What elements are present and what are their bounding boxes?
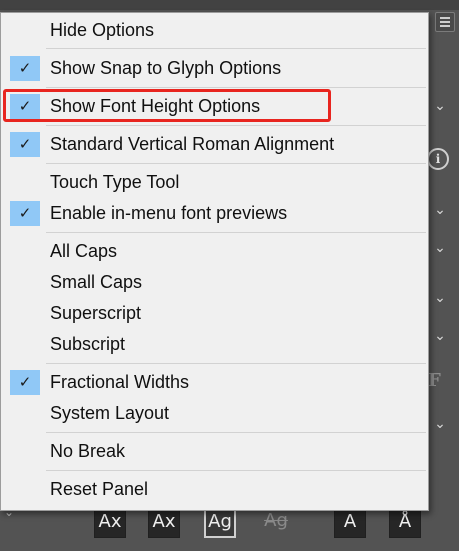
menu-item-show-font-height-options[interactable]: ✓ Show Font Height Options bbox=[1, 91, 428, 121]
checkmark-icon: ✓ bbox=[10, 201, 40, 226]
menu-separator bbox=[46, 163, 426, 164]
menu-item-system-layout[interactable]: System Layout bbox=[1, 398, 428, 428]
menu-separator bbox=[46, 363, 426, 364]
menu-item-fractional-widths[interactable]: ✓ Fractional Widths bbox=[1, 367, 428, 397]
menu-item-label: Touch Type Tool bbox=[50, 172, 180, 192]
menu-separator bbox=[46, 48, 426, 49]
menu-separator bbox=[46, 470, 426, 471]
menu-item-label: Hide Options bbox=[50, 20, 155, 40]
chevron-down-icon[interactable]: ⌄ bbox=[431, 96, 449, 114]
menu-separator bbox=[46, 232, 426, 233]
menu-item-superscript[interactable]: Superscript bbox=[1, 298, 428, 328]
checkmark-icon: ✓ bbox=[10, 94, 40, 119]
menu-item-label: Show Snap to Glyph Options bbox=[50, 58, 282, 78]
menu-item-label: Small Caps bbox=[50, 272, 143, 292]
font-style-icon: F bbox=[428, 370, 441, 391]
menu-item-show-snap-to-glyph-options[interactable]: ✓ Show Snap to Glyph Options bbox=[1, 53, 428, 83]
menu-item-label: Reset Panel bbox=[50, 479, 149, 499]
menu-item-all-caps[interactable]: All Caps bbox=[1, 236, 428, 266]
menu-item-label: System Layout bbox=[50, 403, 170, 423]
chevron-down-icon[interactable]: ⌄ bbox=[431, 238, 449, 256]
menu-item-small-caps[interactable]: Small Caps bbox=[1, 267, 428, 297]
menu-item-label: No Break bbox=[50, 441, 126, 461]
menu-item-label: Superscript bbox=[50, 303, 142, 323]
panel-top-bar bbox=[0, 0, 459, 10]
menu-item-touch-type-tool[interactable]: Touch Type Tool bbox=[1, 167, 428, 197]
menu-item-label: All Caps bbox=[50, 241, 118, 261]
menu-item-standard-vertical-roman-alignment[interactable]: ✓ Standard Vertical Roman Alignment bbox=[1, 129, 428, 159]
checkmark-icon: ✓ bbox=[10, 370, 40, 395]
chevron-down-icon[interactable]: ⌄ bbox=[431, 200, 449, 218]
menu-item-label: Fractional Widths bbox=[50, 372, 190, 392]
panel-menu-icon[interactable] bbox=[435, 12, 455, 32]
menu-item-enable-in-menu-font-previews[interactable]: ✓ Enable in-menu font previews bbox=[1, 198, 428, 228]
info-icon[interactable]: i bbox=[427, 148, 449, 170]
menu-separator bbox=[46, 432, 426, 433]
menu-item-label: Standard Vertical Roman Alignment bbox=[50, 134, 335, 154]
menu-item-label: Subscript bbox=[50, 334, 126, 354]
menu-separator bbox=[46, 87, 426, 88]
chevron-down-icon[interactable]: ⌄ bbox=[431, 326, 449, 344]
menu-item-label: Enable in-menu font previews bbox=[50, 203, 288, 223]
checkmark-icon: ✓ bbox=[10, 132, 40, 157]
menu-separator bbox=[46, 125, 426, 126]
chevron-down-icon[interactable]: ⌄ bbox=[431, 288, 449, 306]
checkmark-icon: ✓ bbox=[10, 56, 40, 81]
panel-options-menu: Hide Options ✓ Show Snap to Glyph Option… bbox=[0, 12, 429, 511]
menu-item-subscript[interactable]: Subscript bbox=[1, 329, 428, 359]
glyph-toolbar: Ax Ax Ag Ag A Å bbox=[80, 506, 425, 542]
menu-item-label: Show Font Height Options bbox=[50, 96, 261, 116]
chevron-down-icon[interactable]: ⌄ bbox=[431, 414, 449, 432]
menu-item-no-break[interactable]: No Break bbox=[1, 436, 428, 466]
menu-item-hide-options[interactable]: Hide Options bbox=[1, 15, 428, 45]
menu-item-reset-panel[interactable]: Reset Panel bbox=[1, 474, 428, 504]
